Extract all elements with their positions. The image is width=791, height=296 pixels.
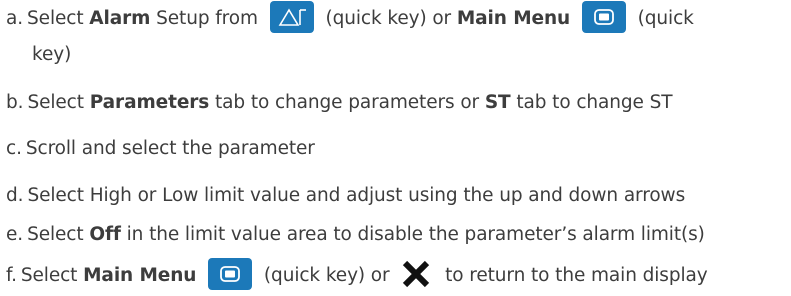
- step-text: tab to change parameters or: [209, 92, 485, 113]
- main-menu-key: [581, 1, 626, 33]
- close-key: [401, 260, 431, 288]
- step-text: (quick key) or: [258, 265, 396, 286]
- step-marker: b.: [6, 92, 24, 113]
- alarm-setup-key: [269, 1, 314, 33]
- step-b: b. Select Parameters tab to change parame…: [6, 90, 673, 116]
- step-marker: d.: [6, 185, 24, 206]
- step-text: (quick key) or: [319, 8, 457, 29]
- step-c: c. Scroll and select the parameter: [6, 136, 315, 162]
- step-e: e. Select Off in the limit value area to …: [6, 222, 705, 248]
- close-icon: [403, 260, 430, 288]
- step-text: Select: [20, 265, 84, 286]
- step-text: Scroll and select the parameter: [25, 138, 315, 159]
- step-marker: a.: [6, 8, 24, 29]
- step-marker: c.: [6, 138, 22, 159]
- step-text: to return to the main display: [439, 265, 708, 286]
- step-text: Select: [27, 224, 90, 245]
- main-menu-icon: [220, 266, 241, 282]
- step-d: d. Select High or Low limit value and adj…: [6, 183, 685, 209]
- alarm-setup-icon: [278, 8, 306, 26]
- step-text: Setup from: [150, 8, 258, 29]
- step-text: (quick: [631, 8, 694, 29]
- step-bold-text: Parameters: [89, 92, 210, 113]
- main-menu-icon: [593, 9, 614, 25]
- step-text: key): [32, 44, 72, 65]
- step-text: Select: [27, 8, 90, 29]
- step-text: Select High or Low limit value and adjus…: [27, 185, 686, 206]
- step-f: f. Select Main Menu (quick key) or to ret…: [6, 258, 708, 292]
- instruction-list: a. Select Alarm Setup from (quick key) or…: [0, 0, 791, 296]
- step-bold-text: ST: [484, 92, 511, 113]
- step-bold-text: Main Menu: [456, 8, 571, 29]
- step-text: in the limit value area to disable the p…: [120, 224, 705, 245]
- step-marker: e.: [6, 224, 24, 245]
- step-a: a. Select Alarm Setup from (quick key) or…: [6, 1, 694, 35]
- step-bold-text: Off: [89, 224, 121, 245]
- main-menu-key: [208, 258, 253, 290]
- step-a-continued: key): [32, 42, 71, 68]
- step-marker: f.: [6, 265, 17, 286]
- step-bold-text: Alarm: [89, 8, 151, 29]
- step-text: Select: [27, 92, 90, 113]
- step-bold-text: Main Menu: [83, 265, 197, 286]
- step-text: tab to change ST: [510, 92, 673, 113]
